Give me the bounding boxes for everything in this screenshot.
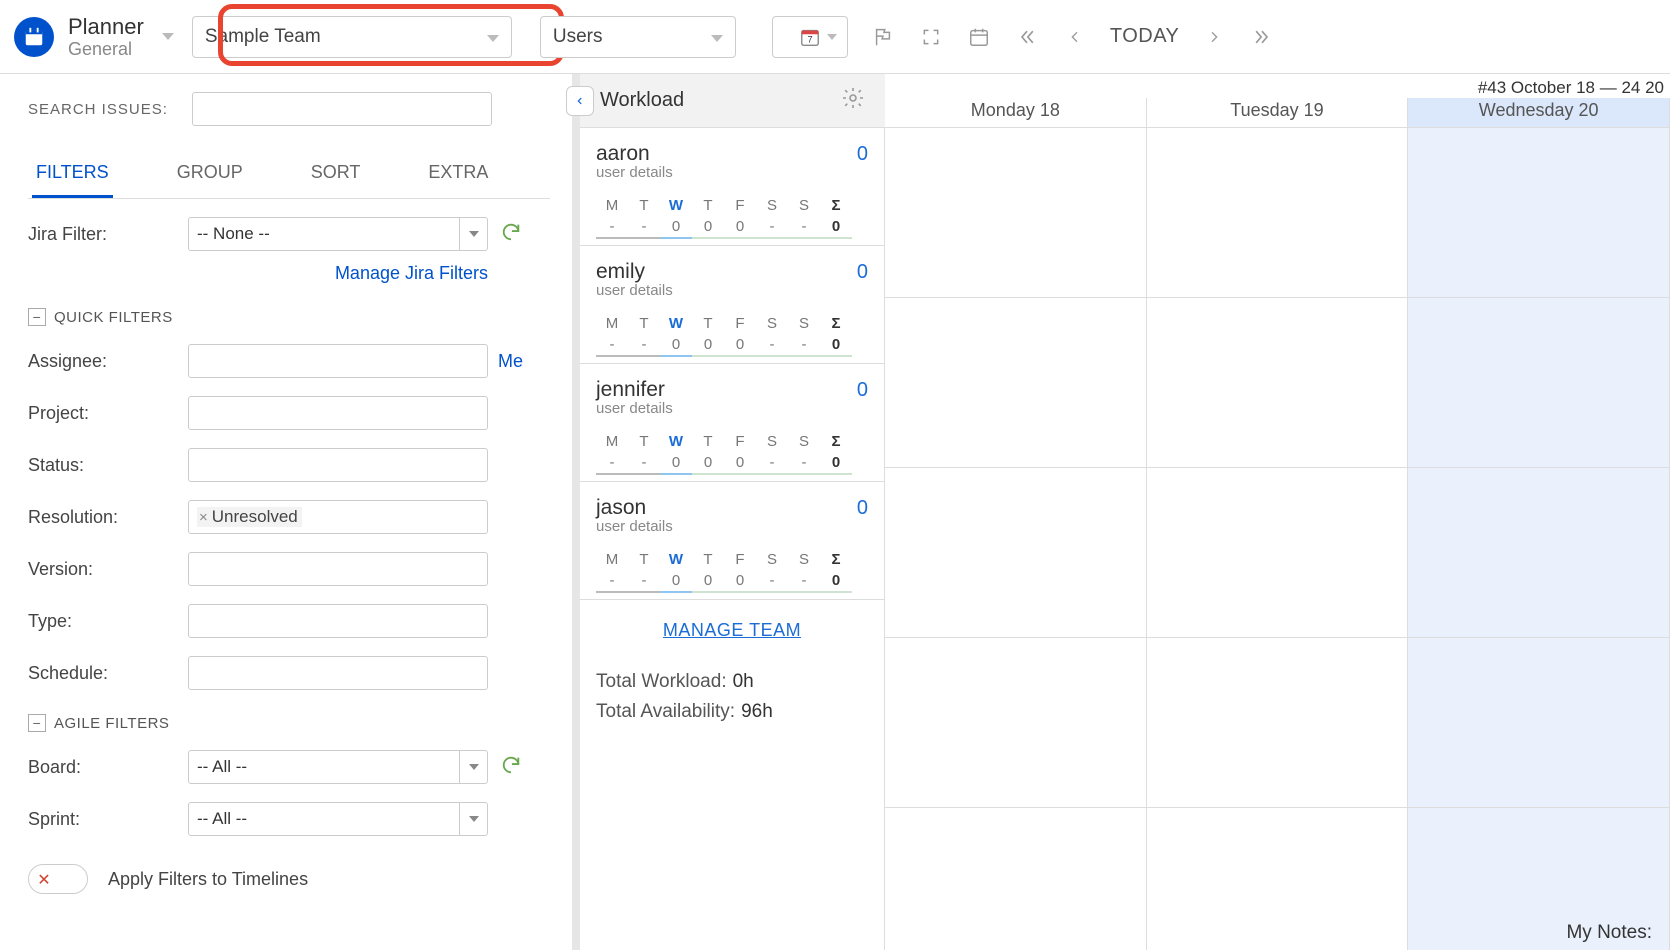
board-select[interactable]: -- All -- [188,750,488,784]
me-link[interactable]: Me [498,351,523,372]
apply-filters-toggle[interactable]: ✕ [28,864,88,894]
quick-filters-header: QUICK FILTERS [54,309,173,326]
app-icon [14,17,54,57]
agile-filters-header: AGILE FILTERS [54,715,169,732]
sprint-label: Sprint: [28,809,188,830]
agile-filters-collapse-icon[interactable]: − [28,714,46,732]
status-input[interactable] [188,448,488,482]
tab-sort[interactable]: SORT [307,152,365,198]
user-name[interactable]: emily [596,260,645,284]
date-picker[interactable]: 7 [772,16,848,58]
svg-text:7: 7 [807,34,812,44]
total-availability: Total Availability:96h [596,697,868,727]
user-total: 0 [857,379,868,402]
type-label: Type: [28,611,188,632]
jira-filter-value: -- None -- [197,224,270,244]
tab-group[interactable]: GROUP [173,152,247,198]
nav-first-icon[interactable] [1014,24,1040,50]
my-notes-label[interactable]: My Notes: [1566,922,1652,944]
nav-next-icon[interactable] [1201,24,1227,50]
manage-team-link[interactable]: MANAGE TEAM [663,620,801,640]
gear-icon[interactable] [841,86,865,116]
refresh-icon[interactable] [500,754,522,780]
user-block: jennifer 0 user details MTWTFSSΣ --000--… [580,364,884,482]
user-details-link[interactable]: user details [596,164,868,181]
project-input[interactable] [188,396,488,430]
tab-filters[interactable]: FILTERS [32,152,113,198]
board-value: -- All -- [197,757,247,777]
app-dropdown-icon[interactable] [162,28,174,45]
user-total: 0 [857,261,868,284]
jira-filter-label: Jira Filter: [28,224,188,245]
nav-last-icon[interactable] [1249,24,1275,50]
nav-prev-icon[interactable] [1062,24,1088,50]
apply-filters-label: Apply Filters to Timelines [108,869,308,890]
workload-title: Workload [600,89,684,112]
user-block: emily 0 user details MTWTFSSΣ --000--0 [580,246,884,364]
resolution-tag[interactable]: ×Unresolved [197,507,302,527]
user-total: 0 [857,497,868,520]
day-header: Wednesday 20 [1408,98,1670,127]
user-name[interactable]: aaron [596,142,650,166]
user-details-link[interactable]: user details [596,518,868,535]
week-label: #43 October 18 — 24 20 [885,74,1670,98]
assignee-input[interactable] [188,344,488,378]
type-input[interactable] [188,604,488,638]
user-name[interactable]: jennifer [596,378,665,402]
users-select[interactable]: Users [540,16,736,58]
timeline-column[interactable] [1147,128,1409,950]
user-block: jason 0 user details MTWTFSSΣ --000--0 [580,482,884,600]
chevron-down-icon [459,218,487,250]
remove-tag-icon[interactable]: × [199,509,208,526]
manage-jira-filters-link[interactable]: Manage Jira Filters [28,263,488,284]
assignee-label: Assignee: [28,351,188,372]
user-block: aaron 0 user details MTWTFSSΣ --000--0 [580,128,884,246]
user-name[interactable]: jason [596,496,646,520]
team-select[interactable]: Sample Team [192,16,512,58]
team-select-value: Sample Team [205,26,321,48]
chevron-down-icon [459,751,487,783]
tab-extra[interactable]: EXTRA [424,152,492,198]
day-header: Monday 18 [885,98,1147,127]
flag-icon[interactable] [870,24,896,50]
search-label: SEARCH ISSUES: [28,101,168,118]
quick-filters-collapse-icon[interactable]: − [28,308,46,326]
app-subtitle: General [68,39,144,60]
close-icon: ✕ [32,868,56,892]
calendar-jump-icon[interactable] [966,24,992,50]
resolution-input[interactable]: ×Unresolved [188,500,488,534]
resolution-label: Resolution: [28,507,188,528]
schedule-label: Schedule: [28,663,188,684]
sprint-value: -- All -- [197,809,247,829]
refresh-icon[interactable] [500,221,522,247]
board-label: Board: [28,757,188,778]
expand-icon[interactable] [918,24,944,50]
today-button[interactable]: TODAY [1110,25,1180,48]
app-name: Planner [68,14,144,39]
user-details-link[interactable]: user details [596,400,868,417]
users-select-value: Users [553,26,603,48]
user-details-link[interactable]: user details [596,282,868,299]
app-title: Planner General [68,14,144,60]
timeline-column[interactable] [885,128,1147,950]
day-header: Tuesday 19 [1147,98,1409,127]
version-input[interactable] [188,552,488,586]
chevron-down-icon [459,803,487,835]
collapse-panel-icon[interactable] [566,86,594,116]
project-label: Project: [28,403,188,424]
jira-filter-select[interactable]: -- None -- [188,217,488,251]
total-workload: Total Workload:0h [596,667,868,697]
user-total: 0 [857,143,868,166]
schedule-input[interactable] [188,656,488,690]
sprint-select[interactable]: -- All -- [188,802,488,836]
status-label: Status: [28,455,188,476]
search-input[interactable] [192,92,492,126]
timeline-column[interactable] [1408,128,1670,950]
version-label: Version: [28,559,188,580]
calendar-icon: 7 [799,26,821,48]
